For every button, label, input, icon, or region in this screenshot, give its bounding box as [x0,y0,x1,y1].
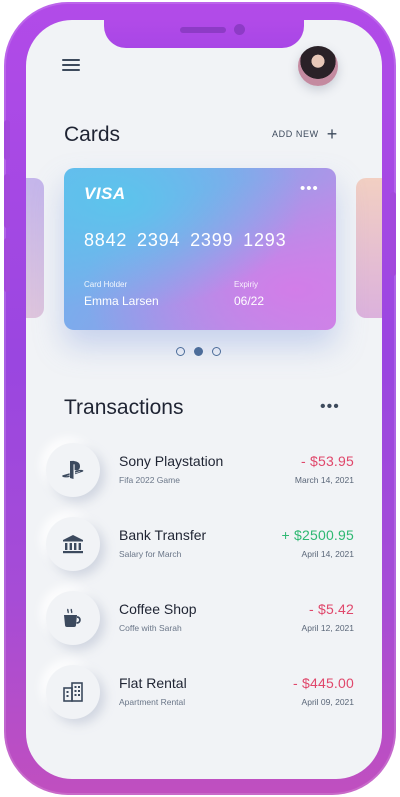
transaction-row[interactable]: Bank Transfer Salary for March + $2500.9… [46,515,366,573]
transaction-amount: + $2500.95 [281,527,354,543]
transaction-name: Coffee Shop [119,601,197,617]
card-expiry-label: Expiriy [234,280,259,289]
transaction-amount: - $5.42 [309,601,354,617]
mute-switch [4,120,10,160]
pager-dot-1[interactable] [176,347,185,356]
menu-line [62,64,80,66]
transaction-amount: - $445.00 [293,675,354,691]
transactions-more-icon[interactable]: ••• [320,398,340,416]
hamburger-menu-icon[interactable] [62,56,84,74]
plus-icon: + [326,124,338,144]
card-number: 8842 2394 2399 1293 [84,230,287,250]
coffee-cup-icon [46,591,100,645]
transaction-row[interactable]: Coffee Shop Coffe with Sarah - $5.42 Apr… [46,589,366,647]
front-camera [234,24,245,35]
card-more-icon[interactable]: ••• [300,180,319,197]
pager-dot-3[interactable] [212,347,221,356]
menu-line [62,59,80,61]
add-new-label: ADD NEW [272,129,319,139]
cards-title: Cards [64,123,121,146]
speaker-grille [180,27,226,33]
power-button [390,192,396,276]
transaction-date: April 12, 2021 [301,623,354,633]
transaction-subtitle: Fifa 2022 Game [119,475,180,485]
transaction-date: April 14, 2021 [301,549,354,559]
card-pager [176,347,221,356]
transaction-amount: - $53.95 [301,453,354,469]
next-card-peek[interactable] [356,178,382,318]
building-icon [46,665,100,719]
transaction-subtitle: Salary for March [119,549,182,559]
transaction-name: Bank Transfer [119,527,207,543]
visa-logo: VISA [84,184,126,203]
transaction-subtitle: Coffe with Sarah [119,623,182,633]
credit-card[interactable]: VISA ••• 8842 2394 2399 1293 Card Holder… [64,168,336,330]
app-screen: Cards ADD NEW + VISA ••• 8842 2394 2399 … [26,20,382,779]
transactions-title: Transactions [64,396,184,419]
card-holder-label: Card Holder [84,280,128,289]
phone-frame: Cards ADD NEW + VISA ••• 8842 2394 2399 … [4,2,396,795]
previous-card-peek[interactable] [26,178,44,318]
transaction-row[interactable]: Sony Playstation Fifa 2022 Game - $53.95… [46,441,366,499]
transaction-subtitle: Apartment Rental [119,697,186,707]
menu-line [62,69,80,71]
card-expiry-date: 06/22 [234,294,265,308]
pager-dot-2[interactable] [194,347,203,356]
playstation-icon [46,443,100,497]
volume-up-button [4,174,10,228]
bank-icon [46,517,100,571]
user-avatar[interactable] [298,46,338,86]
transaction-row[interactable]: Flat Rental Apartment Rental - $445.00 A… [46,663,366,721]
transaction-date: March 14, 2021 [294,475,354,485]
volume-down-button [4,238,10,292]
phone-notch [104,20,304,48]
transaction-name: Flat Rental [119,675,187,691]
transaction-name: Sony Playstation [119,453,224,469]
transaction-date: April 09, 2021 [301,697,354,707]
add-new-card-button[interactable]: ADD NEW + [272,124,338,144]
card-holder-name: Emma Larsen [84,294,159,308]
